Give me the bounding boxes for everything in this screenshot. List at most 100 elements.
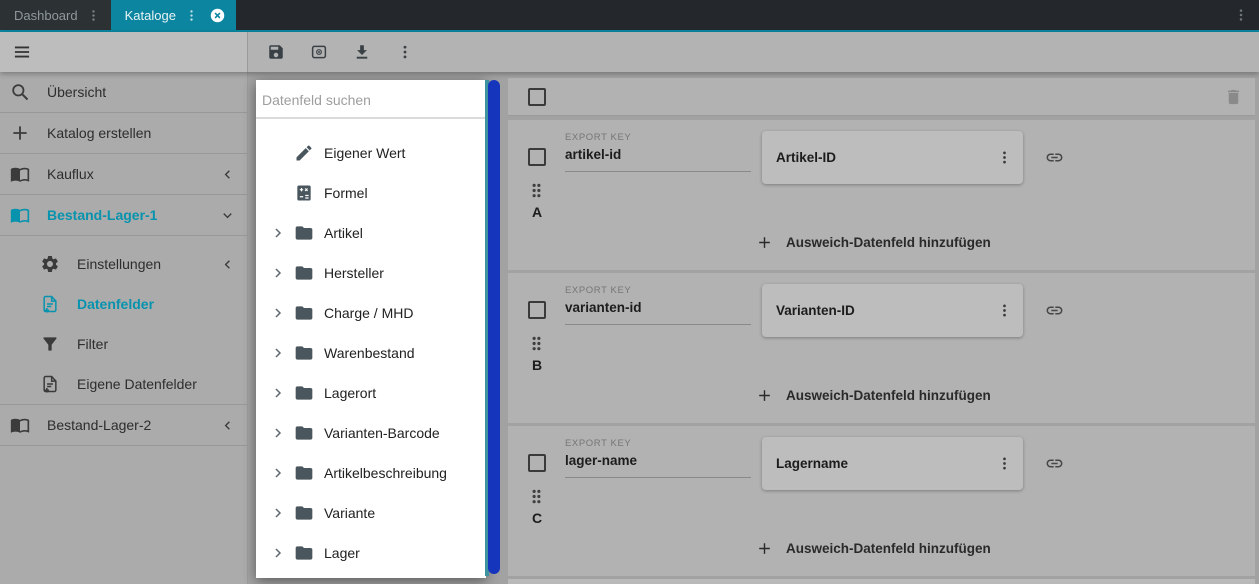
sidebar-item-label: Bestand-Lager-1: [47, 207, 158, 223]
add-fallback-datafield-button[interactable]: Ausweich-Datenfeld hinzufügen: [756, 540, 991, 557]
export-key-value[interactable]: lager-name: [565, 449, 751, 478]
sidebar-item-datenfelder[interactable]: Datenfelder: [0, 284, 247, 324]
menu-hamburger-icon[interactable]: [12, 42, 32, 62]
export-key-value[interactable]: artikel-id: [565, 143, 751, 172]
folder-icon: [294, 223, 314, 243]
select-all-checkbox[interactable]: [528, 87, 546, 106]
folder-icon: [294, 303, 314, 323]
datafield-group-artikelbeschreibung[interactable]: Artikelbeschreibung: [256, 453, 486, 493]
toolbar-more-icon[interactable]: [396, 43, 414, 61]
datafield-item-label: Artikelbeschreibung: [324, 465, 447, 481]
folder-icon: [294, 463, 314, 483]
export-key-label: EXPORT KEY: [565, 438, 632, 449]
add-fallback-datafield-button[interactable]: Ausweich-Datenfeld hinzufügen: [756, 234, 991, 251]
trash-icon[interactable]: [1224, 87, 1243, 107]
datafield-item-eigener-wert[interactable]: Eigener Wert: [256, 133, 486, 173]
row-checkbox[interactable]: [528, 301, 546, 319]
export-key-field[interactable]: EXPORT KEY lager-name: [565, 438, 751, 478]
link-icon[interactable]: [1045, 454, 1064, 473]
window-more-icon[interactable]: [1233, 7, 1249, 23]
datafield-chip[interactable]: Varianten-ID: [762, 284, 1023, 337]
tab-menu-icon[interactable]: [184, 8, 199, 23]
drag-handle-icon[interactable]: [527, 178, 546, 203]
folder-icon: [294, 383, 314, 403]
save-icon[interactable]: [267, 43, 285, 61]
sidebar-item-filter[interactable]: Filter: [0, 324, 247, 364]
datafield-chip[interactable]: Lagername: [762, 437, 1023, 490]
pencil-icon: [294, 143, 314, 163]
sidebar-item-einstellungen[interactable]: Einstellungen: [0, 244, 247, 284]
datafield-group-warenbestand[interactable]: Warenbestand: [256, 333, 486, 373]
datafield-item-label: Varianten-Barcode: [324, 425, 440, 441]
tab-close-icon[interactable]: [209, 7, 226, 24]
sidebar-item-uebersicht[interactable]: Übersicht: [0, 72, 247, 112]
toolbar-actions: [248, 32, 414, 72]
chevron-left-icon: [220, 167, 235, 182]
row-checkbox[interactable]: [528, 454, 546, 472]
datafield-list: Eigener Wert Formel Artikel Hersteller C…: [256, 133, 486, 573]
sidebar-item-katalog-erstellen[interactable]: Katalog erstellen: [0, 113, 247, 153]
datafield-group-artikel[interactable]: Artikel: [256, 213, 486, 253]
row-checkbox[interactable]: [528, 148, 546, 166]
datafield-group-varianten-barcode[interactable]: Varianten-Barcode: [256, 413, 486, 453]
sidebar-item-label: Katalog erstellen: [47, 125, 152, 141]
export-key-field[interactable]: EXPORT KEY artikel-id: [565, 132, 751, 172]
scrollbar-thumb[interactable]: [488, 80, 500, 574]
datafield-chip-label: Lagername: [776, 456, 849, 471]
export-key-label: EXPORT KEY: [565, 132, 632, 143]
preview-icon[interactable]: [310, 43, 328, 61]
datafield-group-charge-mhd[interactable]: Charge / MHD: [256, 293, 486, 333]
document-add-icon: [40, 374, 60, 394]
datafield-group-variante[interactable]: Variante: [256, 493, 486, 533]
add-fallback-datafield-button[interactable]: Ausweich-Datenfeld hinzufügen: [756, 387, 991, 404]
drawer-scrollbar: [485, 78, 500, 580]
folder-icon: [294, 423, 314, 443]
chip-menu-icon[interactable]: [996, 149, 1013, 166]
tab-kataloge[interactable]: Kataloge: [110, 0, 236, 30]
download-icon[interactable]: [353, 43, 371, 61]
add-fallback-datafield-label: Ausweich-Datenfeld hinzufügen: [786, 388, 991, 403]
sidebar-item-bestand-lager-2[interactable]: Bestand-Lager-2: [0, 405, 247, 445]
chevron-right-icon: [270, 465, 286, 481]
chevron-right-icon: [270, 305, 286, 321]
chip-menu-icon[interactable]: [996, 302, 1013, 319]
datafield-item-label: Eigener Wert: [324, 145, 406, 161]
sidebar-item-eigene-datenfelder[interactable]: Eigene Datenfelder: [0, 364, 247, 404]
datafield-search-input[interactable]: [256, 80, 486, 119]
datafield-item-formel[interactable]: Formel: [256, 173, 486, 213]
link-icon[interactable]: [1045, 148, 1064, 167]
datafield-group-hersteller[interactable]: Hersteller: [256, 253, 486, 293]
export-key-field[interactable]: EXPORT KEY varianten-id: [565, 285, 751, 325]
sidebar-nav: Übersicht Katalog erstellen Kauflux Best…: [0, 72, 248, 584]
sidebar-item-bestand-lager-1[interactable]: Bestand-Lager-1: [0, 195, 247, 235]
datafield-group-lager[interactable]: Lager: [256, 533, 486, 573]
add-fallback-datafield-label: Ausweich-Datenfeld hinzufügen: [786, 541, 991, 556]
datafield-group-lagerort[interactable]: Lagerort: [256, 373, 486, 413]
drag-handle-icon[interactable]: [527, 331, 546, 356]
sidebar-item-label: Filter: [77, 336, 109, 352]
chevron-right-icon: [270, 345, 286, 361]
datafield-item-label: Lager: [324, 545, 360, 561]
divider: [0, 445, 247, 446]
link-icon[interactable]: [1045, 301, 1064, 320]
sidebar-item-kauflux[interactable]: Kauflux: [0, 154, 247, 194]
chevron-right-icon: [270, 425, 286, 441]
tab-dashboard[interactable]: Dashboard: [0, 0, 111, 30]
sidebar-item-label: Übersicht: [47, 84, 107, 100]
datafield-chip[interactable]: Artikel-ID: [762, 131, 1023, 184]
drag-handle-icon[interactable]: [527, 484, 546, 509]
datafield-item-label: Warenbestand: [324, 345, 415, 361]
plus-icon: [756, 387, 773, 404]
sidebar-item-label: Bestand-Lager-2: [47, 417, 152, 433]
tab-menu-icon[interactable]: [86, 8, 101, 23]
export-key-value[interactable]: varianten-id: [565, 296, 751, 325]
chevron-down-icon: [220, 208, 235, 223]
datafield-item-label: Artikel: [324, 225, 363, 241]
datafield-drawer: Eigener Wert Formel Artikel Hersteller: [256, 80, 486, 578]
sidebar-item-label: Kauflux: [47, 166, 94, 182]
catalog-book-icon: [10, 205, 30, 225]
column-letter: A: [532, 204, 543, 220]
chip-menu-icon[interactable]: [996, 455, 1013, 472]
search-icon: [10, 82, 30, 102]
